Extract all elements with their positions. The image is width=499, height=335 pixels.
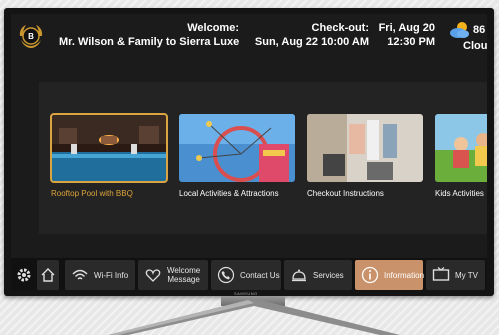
cloudy-icon (450, 22, 469, 38)
content-panel: Rooftop Pool with BBQ Local Activities &… (39, 82, 487, 234)
tv-frame: B Welcome: Mr. Wilson & Family to Sierra… (4, 8, 494, 296)
home-icon (41, 268, 55, 282)
weather-condition: Cloudy (463, 40, 487, 52)
phone-icon (217, 266, 235, 284)
welcome-message-label: Welcome Message (167, 266, 201, 284)
current-datetime: Fri, Aug 20 12:30 PM (373, 21, 435, 49)
bottom-nav: Wi-Fi Info Welcome Message Contact Us Se… (11, 258, 487, 290)
information-button[interactable]: Information (355, 260, 425, 290)
services-button[interactable]: Services (284, 260, 352, 290)
welcome-label: Welcome: (187, 22, 239, 34)
info-icon (361, 266, 379, 284)
checkout-info: Check-out: Sun, Aug 22 10:00 AM (251, 21, 369, 49)
logo-letter: B (28, 32, 34, 41)
checkout-label: Check-out: (311, 22, 369, 34)
temperature: 86 F (473, 24, 487, 36)
card-kids-activities[interactable]: Kids Activities (435, 114, 487, 198)
wifi-icon (72, 269, 88, 280)
card-rooftop-pool[interactable]: Rooftop Pool with BBQ (50, 113, 168, 198)
contact-us-button[interactable]: Contact Us (211, 260, 281, 290)
tv-screen: B Welcome: Mr. Wilson & Family to Sierra… (11, 14, 487, 290)
checkout-value: Sun, Aug 22 10:00 AM (254, 36, 369, 48)
information-label: Information (384, 270, 425, 280)
gear-icon (17, 268, 31, 282)
kids-activities-image (435, 114, 487, 182)
guest-name: Mr. Wilson & Family to Sierra Luxe (59, 36, 240, 48)
my-tv-button[interactable]: My TV (426, 260, 485, 290)
current-date: Fri, Aug 20 (378, 22, 435, 34)
card-label: Checkout Instructions (307, 189, 384, 198)
card-label: Rooftop Pool with BBQ (51, 189, 133, 198)
card-label: Local Activities & Attractions (179, 189, 279, 198)
my-tv-label: My TV (455, 270, 478, 280)
heart-hands-icon (145, 269, 161, 282)
card-checkout-instructions[interactable]: Checkout Instructions (307, 114, 423, 198)
service-bell-icon (292, 269, 306, 282)
contact-us-label: Contact Us (240, 270, 280, 280)
rooftop-pool-image (50, 113, 168, 183)
hotel-logo: B (19, 25, 43, 48)
local-activities-image (179, 114, 295, 182)
settings-button[interactable] (13, 260, 35, 290)
card-local-activities[interactable]: Local Activities & Attractions (179, 114, 295, 198)
tv-stand-base (108, 300, 400, 335)
welcome-message-button[interactable]: Welcome Message (138, 260, 208, 290)
tv-icon (432, 267, 450, 281)
checkout-instructions-image (307, 114, 423, 182)
services-label: Services (313, 270, 344, 280)
wifi-info-label: Wi-Fi Info (94, 270, 129, 280)
current-time: 12:30 PM (387, 36, 435, 48)
wifi-info-button[interactable]: Wi-Fi Info (65, 260, 135, 290)
welcome-message: Welcome: Mr. Wilson & Family to Sierra L… (59, 21, 239, 49)
home-button[interactable] (37, 260, 59, 290)
card-label: Kids Activities (435, 189, 484, 198)
